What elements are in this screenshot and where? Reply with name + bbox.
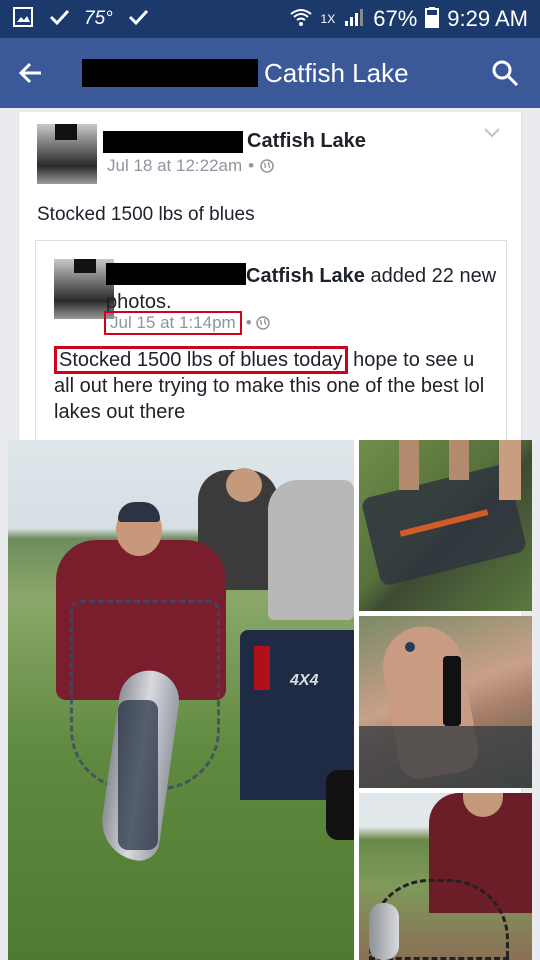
battery-percent: 67% <box>373 6 418 31</box>
wifi-icon <box>289 7 313 31</box>
shared-post[interactable]: Catfish Lake added 22 new photos. Jul 15… <box>35 240 507 440</box>
gallery-icon <box>12 6 34 32</box>
back-button[interactable] <box>0 38 60 108</box>
photo-main[interactable]: 4X4 <box>8 440 354 960</box>
shared-author-page-name[interactable]: Catfish Lake <box>246 265 365 287</box>
photo-grid: 4X4 <box>8 440 532 960</box>
photo-man-net[interactable] <box>359 793 532 960</box>
truck-badge: 4X4 <box>290 672 319 689</box>
globe-icon <box>260 159 274 173</box>
globe-icon <box>255 316 270 330</box>
post-text: Stocked 1500 lbs of blues <box>37 204 255 225</box>
post-meta: Jul 18 at 12:22am • <box>107 156 274 176</box>
redacted-name <box>106 263 246 285</box>
temperature: 75° <box>84 8 113 29</box>
shared-post-text: Stocked 1500 lbs of blues today hope to … <box>54 346 494 425</box>
meta-separator: • <box>245 313 252 332</box>
redacted-name <box>103 130 243 153</box>
photo-net-ground[interactable] <box>359 440 532 611</box>
shared-meta: Jul 15 at 1:14pm • <box>104 311 270 335</box>
back-arrow-icon <box>18 62 41 84</box>
check-icon <box>127 6 149 32</box>
post-options-button[interactable] <box>483 126 501 144</box>
shared-author-avatar[interactable] <box>54 259 114 319</box>
network-type: 1X <box>320 12 336 26</box>
photo-scale-hand[interactable] <box>359 616 532 788</box>
status-bar: 75° 1X 67% 9:29 AM <box>0 0 540 38</box>
app-bar: Catfish Lake <box>0 38 540 108</box>
shared-header: Catfish Lake added 22 new photos. <box>106 263 498 315</box>
chevron-down-icon <box>484 128 500 138</box>
signal-icon <box>343 7 365 31</box>
meta-separator: • <box>248 156 255 175</box>
clock: 9:29 AM <box>447 6 528 31</box>
search-button[interactable] <box>470 38 540 108</box>
check-icon <box>48 6 70 32</box>
search-icon <box>492 60 519 87</box>
page-title: Catfish Lake <box>264 57 409 88</box>
redacted-name <box>82 59 258 87</box>
post-author[interactable]: Catfish Lake <box>103 130 366 153</box>
post-timestamp[interactable]: Jul 18 at 12:22am <box>107 156 242 176</box>
battery-icon <box>425 6 440 32</box>
author-avatar[interactable] <box>37 124 97 184</box>
shared-timestamp[interactable]: Jul 15 at 1:14pm <box>104 311 242 335</box>
author-page-name: Catfish Lake <box>247 130 366 152</box>
highlighted-text: Stocked 1500 lbs of blues today <box>54 346 348 374</box>
